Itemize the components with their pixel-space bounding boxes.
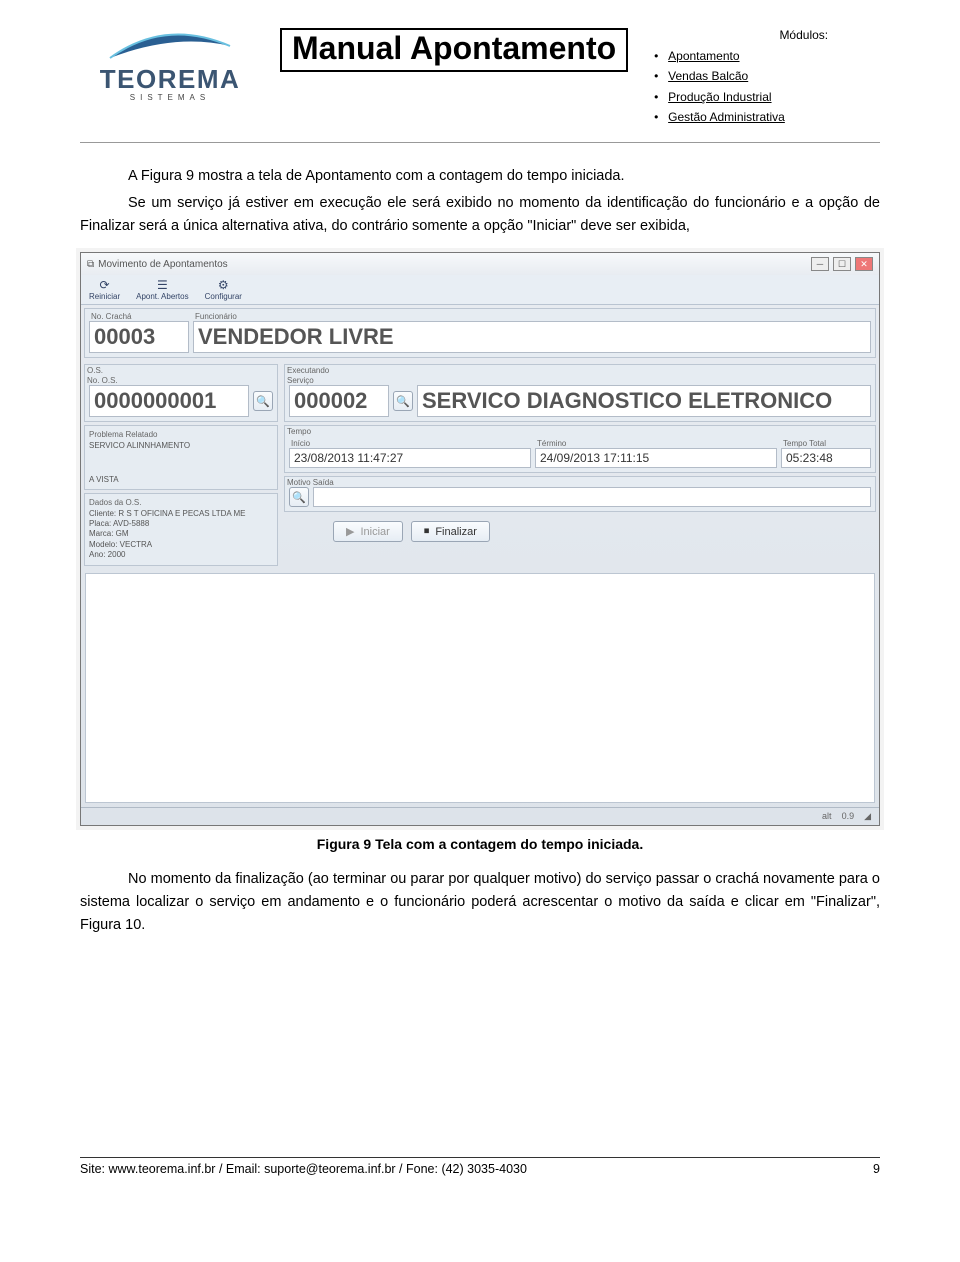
logo-subtitle: SISTEMAS	[130, 93, 210, 102]
doc-title-box: Manual Apontamento	[280, 28, 628, 72]
field-tempo-total: 05:23:48	[781, 448, 871, 468]
blank-area	[85, 573, 875, 803]
window-title: Movimento de Apontamentos	[98, 259, 228, 270]
label-termino: Término	[535, 438, 777, 448]
stop-icon: ⏹	[424, 525, 430, 538]
field-inicio: 23/08/2013 11:47:27	[289, 448, 531, 468]
module-item: Vendas Balcão	[648, 66, 828, 86]
figure-caption: Figura 9 Tela com a contagem do tempo in…	[80, 836, 880, 852]
label-os: O.S.	[85, 365, 277, 375]
minimize-button[interactable]: ─	[811, 257, 829, 271]
modules-list: Apontamento Vendas Balcão Produção Indus…	[648, 46, 828, 128]
label-problema: Problema Relatado	[89, 430, 273, 440]
action-buttons: ▶ Iniciar ⏹ Finalizar	[281, 515, 879, 550]
group-os: O.S. No. O.S. 0000000001 🔍	[84, 364, 278, 422]
search-motivo-button[interactable]: 🔍	[289, 487, 309, 507]
group-cracha: No. Crachá 00003 Funcionário VENDEDOR LI…	[84, 308, 876, 358]
module-item: Produção Industrial	[648, 87, 828, 107]
logo-swoosh-icon	[105, 28, 235, 62]
page-footer: Site: www.teorema.inf.br / Email: suport…	[80, 1158, 880, 1176]
page-header: TEOREMA SISTEMAS Manual Apontamento Módu…	[80, 28, 880, 128]
close-button[interactable]: ✕	[855, 257, 873, 271]
page-number: 9	[873, 1162, 880, 1176]
group-executando: Executando Serviço 000002 🔍 SERVICO DIAG…	[284, 364, 876, 422]
field-funcionario: VENDEDOR LIVRE	[193, 321, 871, 353]
maximize-button[interactable]: ☐	[833, 257, 851, 271]
finalizar-button[interactable]: ⏹ Finalizar	[411, 521, 490, 542]
app-icon: ⧉	[87, 259, 94, 270]
label-servico: Serviço	[285, 375, 875, 385]
toolbar-apont-abertos[interactable]: ☰Apont. Abertos	[136, 278, 188, 301]
list-icon: ☰	[155, 278, 169, 292]
resize-grip-icon[interactable]: ◢	[864, 811, 871, 822]
modules-label: Módulos:	[648, 28, 828, 42]
modules-box: Módulos: Apontamento Vendas Balcão Produ…	[648, 28, 828, 128]
module-item: Apontamento	[648, 46, 828, 66]
search-os-button[interactable]: 🔍	[253, 391, 273, 411]
field-termino: 24/09/2013 17:11:15	[535, 448, 777, 468]
iniciar-button[interactable]: ▶ Iniciar	[333, 521, 403, 542]
field-servico-desc: SERVICO DIAGNOSTICO ELETRONICO	[417, 385, 871, 417]
header-divider	[80, 142, 880, 143]
logo: TEOREMA SISTEMAS	[80, 28, 260, 102]
refresh-icon: ⟳	[98, 278, 112, 292]
group-problema: Problema Relatado SERVICO ALINNHAMENTO A…	[84, 425, 278, 490]
field-no-os[interactable]: 0000000001	[89, 385, 249, 417]
search-servico-button[interactable]: 🔍	[393, 391, 413, 411]
label-funcionario: Funcionário	[193, 311, 871, 321]
toolbar-configurar[interactable]: ⚙Configurar	[205, 278, 242, 301]
field-servico-code[interactable]: 000002	[289, 385, 389, 417]
field-motivo-saida[interactable]	[313, 487, 871, 507]
paragraph: Se um serviço já estiver em execução ele…	[80, 192, 880, 238]
label-no-os: No. O.S.	[85, 375, 277, 385]
cliente-line: Modelo: VECTRA	[89, 540, 273, 550]
a-vista-text: A VISTA	[89, 475, 273, 485]
body-text-1: A Figura 9 mostra a tela de Apontamento …	[80, 165, 880, 239]
cliente-line: Marca: GM	[89, 529, 273, 539]
label-tempo-total: Tempo Total	[781, 438, 871, 448]
paragraph: A Figura 9 mostra a tela de Apontamento …	[80, 165, 880, 188]
body-text-2: No momento da finalização (ao terminar o…	[80, 868, 880, 938]
logo-name: TEOREMA	[100, 64, 241, 95]
cliente-line: Cliente: R S T OFICINA E PECAS LTDA ME	[89, 509, 273, 519]
label-motivo-saida: Motivo Saída	[285, 477, 875, 487]
status-zoom: 0.9	[842, 811, 855, 821]
problema-text: SERVICO ALINNHAMENTO	[89, 441, 273, 451]
status-bar: alt 0.9 ◢	[81, 807, 879, 825]
status-alt: alt	[822, 811, 832, 821]
label-tempo: Tempo	[285, 426, 875, 436]
titlebar: ⧉ Movimento de Apontamentos ─ ☐ ✕	[81, 253, 879, 275]
group-motivo-saida: Motivo Saída 🔍	[284, 476, 876, 512]
toolbar-reiniciar[interactable]: ⟳Reiniciar	[89, 278, 120, 301]
toolbar: ⟳Reiniciar ☰Apont. Abertos ⚙Configurar	[81, 275, 879, 305]
label-no-cracha: No. Crachá	[89, 311, 189, 321]
gear-icon: ⚙	[216, 278, 230, 292]
app-window: ⧉ Movimento de Apontamentos ─ ☐ ✕ ⟳Reini…	[80, 252, 880, 826]
cliente-line: Ano: 2000	[89, 550, 273, 560]
module-item: Gestão Administrativa	[648, 107, 828, 127]
cliente-line: Placa: AVD-5888	[89, 519, 273, 529]
footer-contact: Site: www.teorema.inf.br / Email: suport…	[80, 1162, 527, 1176]
doc-title: Manual Apontamento	[292, 30, 616, 67]
label-dados-os: Dados da O.S.	[89, 498, 273, 508]
field-cracha[interactable]: 00003	[89, 321, 189, 353]
paragraph: No momento da finalização (ao terminar o…	[80, 868, 880, 938]
group-dados-os: Dados da O.S. Cliente: R S T OFICINA E P…	[84, 493, 278, 565]
play-icon: ▶	[346, 525, 354, 538]
group-tempo: Tempo Início 23/08/2013 11:47:27 Término…	[284, 425, 876, 473]
label-executando: Executando	[285, 365, 875, 375]
label-inicio: Início	[289, 438, 531, 448]
